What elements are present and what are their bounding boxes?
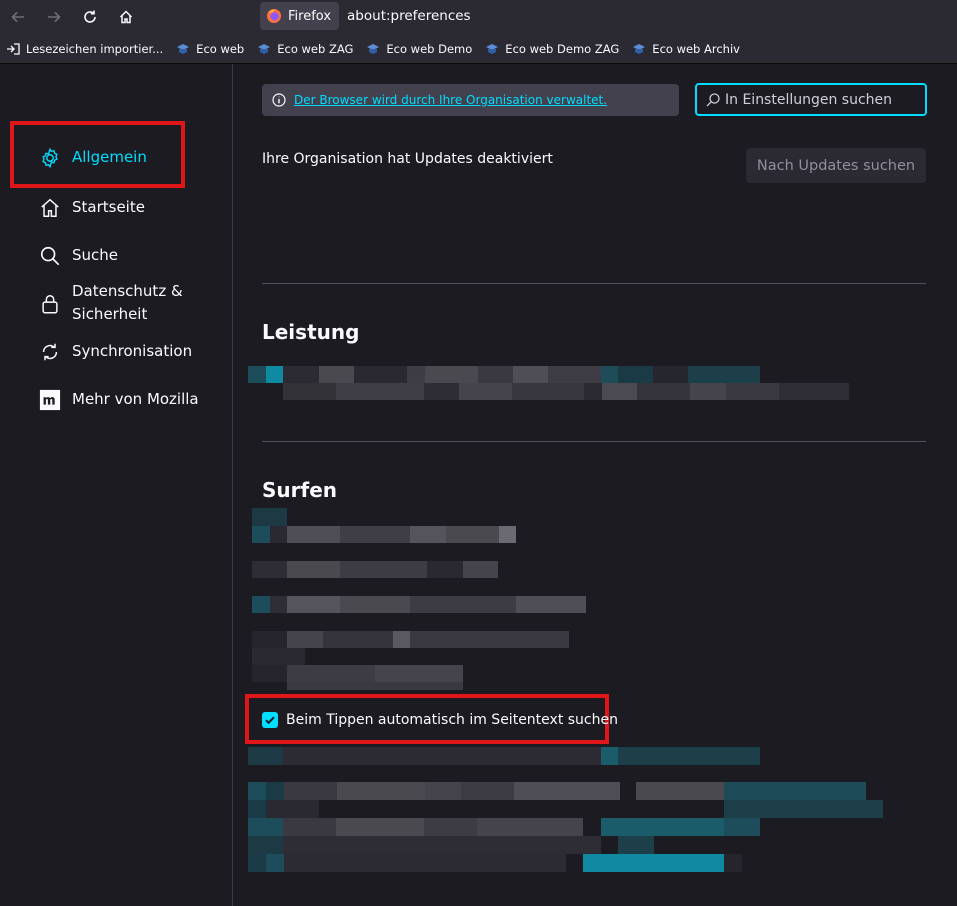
find-as-you-type-label: Beim Tippen automatisch im Seitentext su…: [286, 712, 618, 728]
sidebar-item-label: Mehr von Mozilla: [72, 390, 199, 408]
bookmark-eco-web-archiv[interactable]: Eco web Archiv: [632, 42, 740, 56]
sidebar-item-home[interactable]: Startseite: [38, 196, 145, 220]
check-updates-button[interactable]: Nach Updates suchen: [746, 148, 926, 183]
section-heading-performance: Leistung: [262, 320, 360, 344]
bookmark-import[interactable]: Lesezeichen importier...: [6, 42, 163, 56]
sidebar-item-label: Synchronisation: [72, 342, 193, 360]
reload-button[interactable]: [72, 1, 108, 33]
lock-icon: [38, 292, 62, 316]
section-divider: [262, 441, 926, 442]
settings-search-input[interactable]: [725, 91, 915, 108]
home-button[interactable]: [108, 1, 144, 33]
search-icon: [706, 92, 720, 106]
preferences-main: Der Browser wird durch Ihre Organisation…: [234, 64, 957, 906]
bookmarks-toolbar: Lesezeichen importier... Eco web Eco web…: [0, 34, 957, 64]
forward-button[interactable]: [36, 1, 72, 33]
sidebar-item-label: Datenschutz & Sicherheit: [72, 282, 183, 323]
back-button[interactable]: [0, 1, 36, 33]
find-as-you-type-row[interactable]: Beim Tippen automatisch im Seitentext su…: [262, 712, 618, 728]
policy-notice: Der Browser wird durch Ihre Organisation…: [262, 84, 679, 116]
bookmark-label: Eco web ZAG: [277, 41, 354, 56]
sidebar-item-sync[interactable]: Synchronisation: [38, 340, 192, 364]
bookmark-eco-web-demo-zag[interactable]: Eco web Demo ZAG: [485, 42, 619, 56]
settings-search-box[interactable]: [695, 83, 927, 116]
arrow-right-icon: [48, 11, 61, 23]
firefox-logo-icon: [267, 9, 281, 23]
identity-label: Firefox: [288, 8, 332, 24]
arrow-left-icon: [11, 11, 24, 23]
search-icon: [38, 244, 62, 268]
bookmark-eco-web[interactable]: Eco web: [176, 42, 244, 56]
sidebar-item-more-mozilla[interactable]: Mehr von Mozilla: [38, 388, 199, 412]
home-icon: [119, 10, 133, 24]
sidebar-item-search[interactable]: Suche: [38, 244, 118, 268]
checkmark-icon: [265, 716, 275, 725]
mozilla-icon: [38, 388, 62, 412]
bookmark-eco-web-demo[interactable]: Eco web Demo: [366, 42, 472, 56]
section-heading-browsing: Surfen: [262, 478, 338, 502]
find-as-you-type-checkbox[interactable]: [262, 712, 278, 728]
bookmark-favicon: [367, 43, 380, 54]
identity-box[interactable]: Firefox: [260, 2, 340, 30]
updates-disabled-text: Ihre Organisation hat Updates deaktivier…: [262, 151, 553, 167]
bookmark-label: Eco web Demo: [386, 41, 473, 56]
sync-icon: [38, 340, 62, 364]
highlight-general: [10, 121, 185, 188]
policy-link[interactable]: Der Browser wird durch Ihre Organisation…: [294, 93, 607, 107]
nav-toolbar: Firefox about:preferences: [0, 0, 957, 34]
section-divider: [262, 283, 926, 284]
reload-icon: [84, 10, 96, 23]
sidebar-item-label: Suche: [72, 246, 119, 264]
home-icon: [38, 196, 62, 220]
preferences-sidebar: Allgemein Startseite Suche Datenschutz &…: [0, 64, 233, 906]
bookmark-label: Eco web Archiv: [652, 41, 740, 56]
info-icon: [272, 93, 286, 107]
url-bar[interactable]: Firefox about:preferences: [260, 1, 957, 31]
bookmark-favicon: [486, 43, 499, 54]
sidebar-item-privacy[interactable]: Datenschutz & Sicherheit: [38, 280, 183, 326]
bookmark-favicon: [177, 43, 190, 54]
import-icon: [7, 42, 20, 55]
bookmark-label: Lesezeichen importier...: [26, 41, 164, 56]
url-text[interactable]: about:preferences: [347, 8, 471, 24]
bookmark-label: Eco web: [196, 41, 245, 56]
sidebar-item-label: Startseite: [72, 198, 145, 216]
bookmark-label: Eco web Demo ZAG: [505, 41, 620, 56]
bookmark-eco-web-zag[interactable]: Eco web ZAG: [257, 42, 353, 56]
bookmark-favicon: [258, 43, 271, 54]
bookmark-favicon: [633, 43, 646, 54]
